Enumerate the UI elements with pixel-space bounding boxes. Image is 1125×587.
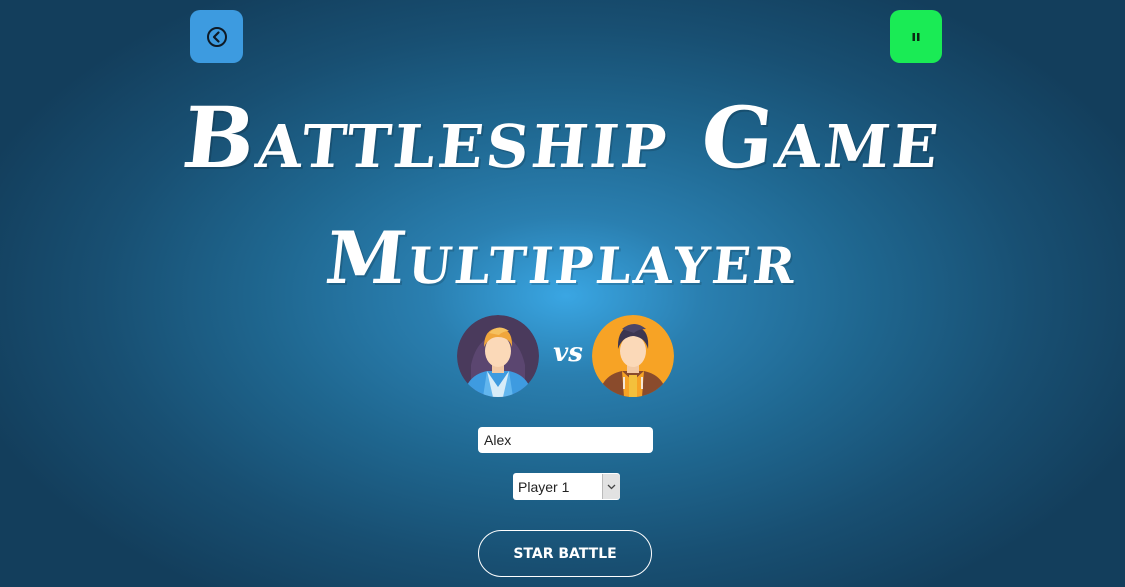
pause-icon bbox=[912, 32, 920, 41]
player1-avatar bbox=[457, 315, 539, 397]
vs-label: vs bbox=[553, 338, 583, 368]
player-select-value: Player 1 bbox=[518, 478, 570, 495]
player2-avatar bbox=[592, 315, 674, 397]
game-title: Battleship Game bbox=[178, 88, 947, 187]
chevron-left-circle-icon bbox=[206, 26, 227, 47]
pause-button[interactable] bbox=[890, 10, 942, 63]
chevron-down-icon bbox=[602, 474, 620, 499]
start-battle-button[interactable]: STAR BATTLE bbox=[478, 530, 652, 577]
game-subtitle: Multiplayer bbox=[321, 215, 804, 300]
back-button[interactable] bbox=[190, 10, 243, 63]
player-select[interactable]: Player 1 bbox=[513, 473, 620, 500]
player-name-input[interactable] bbox=[478, 427, 653, 453]
